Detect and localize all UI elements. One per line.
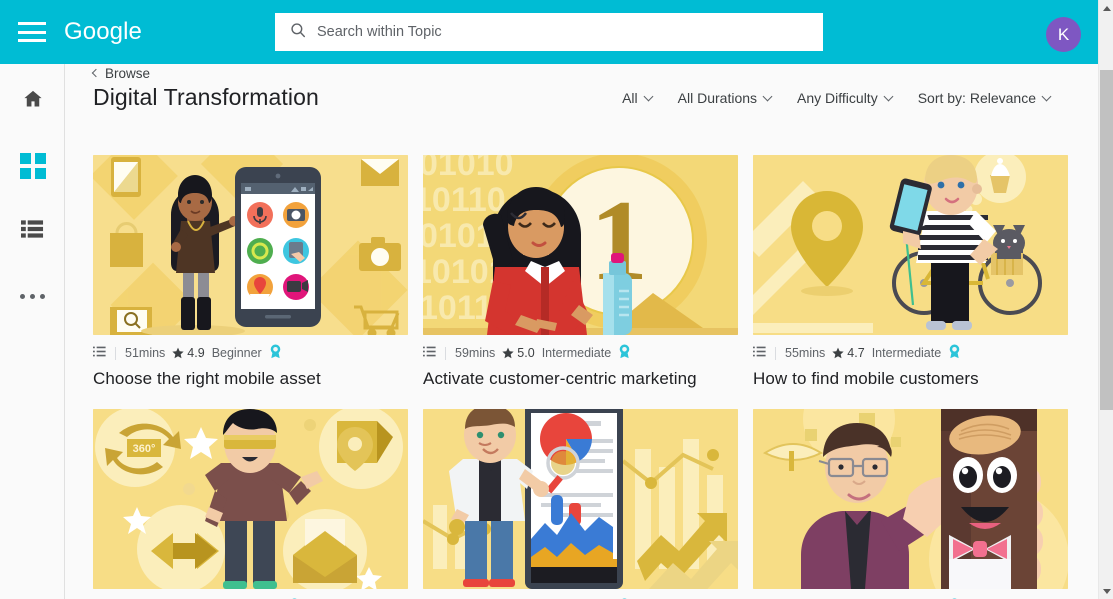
award-icon — [948, 344, 961, 362]
chevron-down-icon — [643, 91, 654, 101]
sidebar-rail — [0, 64, 65, 599]
course-rating: 4.7 — [832, 346, 865, 360]
page-title: Digital Transformation — [93, 84, 319, 110]
course-thumbnail-woman-with-smartphone-apps[interactable] — [93, 155, 408, 335]
course-thumbnail-woman-number-one-badge-binary[interactable]: 01010 10110 01011 10101 10110 1 — [423, 155, 738, 335]
course-card[interactable]: 360° — [93, 409, 408, 599]
course-card[interactable]: 35mins 4.0 Intermediate — [753, 409, 1068, 599]
sidebar-item-more[interactable] — [0, 274, 65, 318]
course-difficulty: Intermediate — [541, 346, 612, 360]
course-rating: 5.0 — [502, 346, 535, 360]
chevron-down-icon — [762, 91, 773, 101]
scrollbar-thumb[interactable] — [1100, 70, 1113, 410]
grid-icon — [19, 153, 46, 179]
filter-sort[interactable]: Sort by: Relevance — [917, 90, 1052, 106]
svg-text:10110: 10110 — [423, 181, 506, 219]
course-card[interactable]: 29mins 5.0 Intermediate — [423, 409, 738, 599]
app-window: Google K — [0, 0, 1113, 599]
course-meta: 51mins 4.9 Beginner — [93, 344, 408, 362]
course-card-grid: 51mins 4.9 Beginner Choose the right mob… — [93, 155, 1083, 599]
filter-difficulty[interactable]: Any Difficulty — [797, 90, 894, 106]
award-icon — [618, 344, 631, 362]
chevron-down-icon — [883, 91, 894, 101]
course-thumbnail-man-holding-chocolate-bar-character[interactable] — [753, 409, 1068, 589]
playlist-icon — [423, 345, 436, 361]
course-rating: 4.9 — [172, 346, 205, 360]
course-meta: 59mins 5.0 Intermediate — [423, 344, 738, 362]
page-scrollbar[interactable] — [1098, 0, 1113, 599]
search-input[interactable] — [317, 13, 787, 51]
course-rating-value: 4.9 — [187, 346, 205, 360]
chevron-left-icon — [91, 68, 101, 78]
main-content: Browse Digital Transformation All All Du… — [65, 64, 1098, 599]
filter-sort-label: Sort by: Relevance — [917, 90, 1036, 106]
filter-bar: All All Durations Any Difficulty Sort by… — [622, 90, 1052, 106]
avatar-initial: K — [1057, 24, 1070, 44]
course-meta: 55mins 4.7 Intermediate — [753, 344, 1068, 362]
filter-all[interactable]: All — [622, 90, 654, 106]
svg-text:01010: 01010 — [423, 155, 514, 183]
course-duration: 59mins — [455, 346, 496, 360]
sidebar-item-my-library[interactable] — [0, 209, 65, 253]
course-title[interactable]: How to find mobile customers — [753, 368, 1068, 389]
course-card[interactable]: 51mins 4.9 Beginner Choose the right mob… — [93, 155, 408, 389]
filter-all-label: All — [622, 90, 638, 106]
sidebar-item-home[interactable] — [0, 79, 65, 123]
course-title[interactable]: Activate customer-centric marketing — [423, 368, 738, 389]
filter-difficulty-label: Any Difficulty — [797, 90, 878, 106]
course-rating-value: 4.7 — [847, 346, 865, 360]
course-difficulty: Beginner — [211, 346, 262, 360]
course-card[interactable]: 01010 10110 01011 10101 10110 1 — [423, 155, 738, 389]
playlist-icon — [753, 345, 766, 361]
svg-text:360°: 360° — [133, 443, 156, 455]
home-icon — [22, 88, 44, 115]
award-icon — [269, 344, 282, 362]
search-bar[interactable] — [275, 13, 823, 51]
breadcrumb-label: Browse — [105, 66, 151, 81]
meta-divider — [445, 346, 446, 360]
meta-divider — [115, 346, 116, 360]
course-duration: 51mins — [125, 346, 166, 360]
playlist-icon — [93, 345, 106, 361]
search-icon — [289, 21, 307, 44]
scroll-up-arrow-icon[interactable] — [1099, 0, 1113, 16]
course-duration: 55mins — [785, 346, 826, 360]
course-title[interactable]: Choose the right mobile asset — [93, 368, 408, 389]
filter-durations-label: All Durations — [677, 90, 758, 106]
hamburger-menu-icon[interactable] — [18, 22, 46, 42]
course-thumbnail-scientist-with-charts-phone[interactable] — [423, 409, 738, 589]
sidebar-item-browse[interactable] — [0, 144, 65, 188]
course-card[interactable]: 55mins 4.7 Intermediate How to find mobi… — [753, 155, 1068, 389]
course-thumbnail-cyclist-with-phone-map-pin[interactable] — [753, 155, 1068, 335]
course-difficulty: Intermediate — [871, 346, 942, 360]
chevron-down-icon — [1041, 91, 1052, 101]
filter-durations[interactable]: All Durations — [677, 90, 773, 106]
breadcrumb[interactable]: Browse — [91, 66, 151, 81]
meta-divider — [775, 346, 776, 360]
more-icon — [20, 293, 45, 299]
brand-logo[interactable]: Google — [64, 18, 142, 46]
avatar[interactable]: K — [1046, 17, 1081, 52]
list-icon — [21, 219, 44, 244]
course-thumbnail-vr-headset-man-360[interactable]: 360° — [93, 409, 408, 589]
top-app-bar: Google K — [0, 0, 1098, 64]
scroll-down-arrow-icon[interactable] — [1099, 583, 1113, 599]
course-rating-value: 5.0 — [517, 346, 535, 360]
